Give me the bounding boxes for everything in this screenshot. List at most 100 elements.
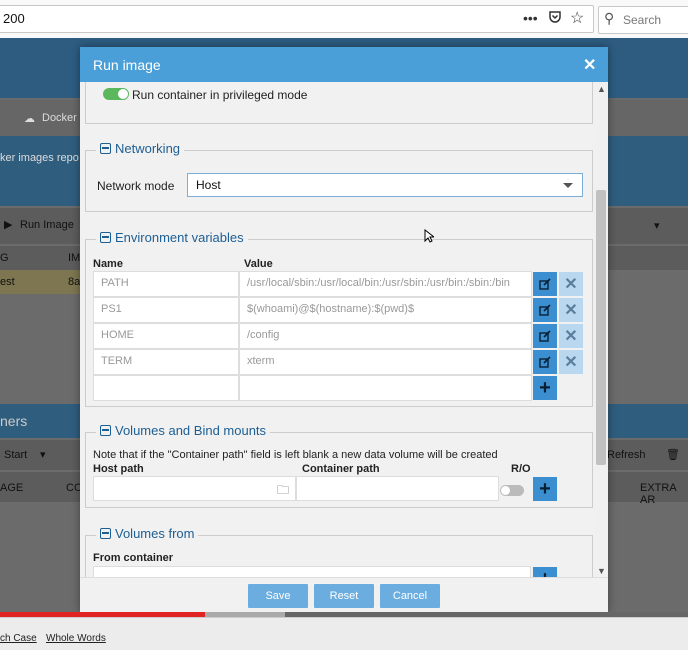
pocket-icon[interactable] [548, 10, 562, 27]
docker-tab[interactable]: Docker [42, 112, 77, 124]
delete-icon[interactable]: ✕ [559, 350, 583, 374]
col-age: AGE [0, 482, 24, 494]
start-button[interactable]: Start [4, 449, 27, 461]
collapse-icon [100, 232, 111, 244]
networking-fieldset: Networking Network mode Host [85, 141, 593, 212]
match-case-label: ch Case [0, 633, 37, 644]
env-legend[interactable]: Environment variables [96, 230, 248, 245]
save-button[interactable]: Save [248, 584, 308, 608]
run-image-button[interactable]: Run Image [20, 219, 74, 231]
delete-icon[interactable]: ✕ [559, 324, 583, 348]
modal-title: Run image [93, 57, 161, 73]
modal-body: Run container in privileged mode Network… [80, 82, 608, 577]
ro-label: R/O [511, 463, 531, 475]
env-name-2[interactable]: HOME [93, 323, 239, 349]
collapse-icon [100, 143, 111, 155]
toggle-knob [501, 486, 510, 495]
network-mode-label: Network mode [97, 179, 175, 193]
images-row-selected[interactable]: est 8a [0, 270, 80, 294]
delete-icon[interactable]: ✕ [559, 298, 583, 322]
privileged-toggle[interactable] [103, 88, 129, 100]
volumes-fieldset: Volumes and Bind mounts Note that if the… [85, 423, 593, 508]
bookmark-star-icon[interactable]: ☆ [570, 8, 584, 28]
env-name-1[interactable]: PS1 [93, 297, 239, 323]
volumes-legend[interactable]: Volumes and Bind mounts [96, 423, 271, 438]
privileged-panel: Run container in privileged mode [85, 82, 593, 124]
edit-icon[interactable] [533, 272, 557, 296]
trash-icon[interactable]: 🗑 [666, 448, 680, 461]
edit-icon[interactable] [533, 298, 557, 322]
close-icon[interactable]: ✕ [583, 55, 596, 75]
scroll-down-icon[interactable]: ▼ [597, 566, 606, 576]
env-new-name[interactable] [93, 375, 239, 401]
network-mode-select[interactable]: Host [187, 173, 583, 197]
docker-tab-icon: ☁ [24, 113, 35, 125]
more-actions-icon[interactable]: ••• [523, 10, 538, 26]
containers-title: ners [0, 413, 28, 429]
cancel-button[interactable]: Cancel [380, 584, 440, 608]
toggle-knob [118, 89, 128, 99]
browser-toolbar: 200 ••• ☆ ⚲ Search [0, 0, 688, 39]
url-bar[interactable]: 200 [0, 5, 594, 33]
privileged-label: Run container in privileged mode [132, 88, 308, 102]
collapse-icon [100, 528, 111, 540]
container-path-input[interactable] [296, 476, 499, 501]
volumes-from-fieldset: Volumes from From container + [85, 526, 593, 577]
volumes-from-legend[interactable]: Volumes from [96, 526, 199, 541]
scroll-thumb[interactable] [596, 190, 606, 465]
host-path-input[interactable]: 🗀 [93, 476, 296, 501]
env-value-3[interactable]: xterm [239, 349, 532, 375]
add-env-button[interactable]: + [533, 376, 557, 400]
mouse-cursor-icon [424, 229, 434, 243]
reset-button[interactable]: Reset [314, 584, 374, 608]
ro-toggle[interactable] [500, 485, 524, 496]
refresh-button[interactable]: Refresh [607, 449, 646, 461]
match-case-option[interactable]: ch Case [0, 633, 37, 644]
whole-words-option[interactable]: Whole Words [46, 633, 106, 644]
search-icon: ⚲ [604, 10, 615, 26]
network-mode-value: Host [196, 178, 221, 192]
env-col-name: Name [93, 258, 123, 270]
modal-scrollbar[interactable]: ▲ ▼ [594, 82, 608, 577]
add-volumes-from-button[interactable]: + [533, 567, 557, 577]
from-container-select[interactable] [93, 566, 531, 577]
row-name: est [0, 276, 15, 288]
modal-header: Run image ✕ [80, 47, 608, 82]
search-placeholder: Search [623, 13, 662, 27]
env-value-2[interactable]: /config [239, 323, 532, 349]
env-col-value: Value [244, 258, 273, 270]
edit-icon[interactable] [533, 350, 557, 374]
find-bar: ch Case Whole Words [0, 617, 688, 650]
images-repo-text: ker images repo [0, 152, 79, 164]
env-legend-text: Environment variables [115, 230, 244, 245]
env-name-0[interactable]: PATH [93, 271, 239, 297]
search-input[interactable]: ⚲ Search [598, 6, 688, 34]
col-im: IM [68, 252, 81, 264]
add-volume-button[interactable]: + [533, 477, 557, 501]
container-path-label: Container path [302, 463, 380, 475]
env-fieldset: Environment variables Name Value PATH /u… [85, 230, 593, 407]
modal-footer: Save Reset Cancel [80, 577, 608, 613]
networking-legend-text: Networking [115, 141, 181, 156]
folder-icon[interactable]: 🗀 [277, 481, 289, 500]
from-container-label: From container [93, 552, 174, 564]
env-new-value[interactable] [239, 375, 532, 401]
chevron-down-icon [563, 183, 573, 188]
row-id: 8a [68, 276, 81, 288]
env-value-1[interactable]: $(whoami)@$(hostname):$(pwd)$ [239, 297, 532, 323]
col-g: G [0, 252, 9, 264]
edit-icon[interactable] [533, 324, 557, 348]
start-dropdown-icon[interactable]: ▾ [40, 448, 46, 461]
scroll-up-icon[interactable]: ▲ [597, 84, 606, 94]
networking-legend[interactable]: Networking [96, 141, 185, 156]
env-name-3[interactable]: TERM [93, 349, 239, 375]
delete-icon[interactable]: ✕ [559, 272, 583, 296]
volumes-legend-text: Volumes and Bind mounts [115, 423, 267, 438]
run-image-modal: Run image ✕ Run container in privileged … [80, 47, 608, 613]
whole-words-label: Whole Words [46, 633, 106, 644]
env-value-0[interactable]: /usr/local/sbin:/usr/local/bin:/usr/sbin… [239, 271, 532, 297]
host-path-label: Host path [93, 463, 144, 475]
play-icon: ▶ [4, 219, 13, 231]
url-text: 200 [3, 11, 25, 26]
col-extra: EXTRA AR [640, 482, 677, 506]
